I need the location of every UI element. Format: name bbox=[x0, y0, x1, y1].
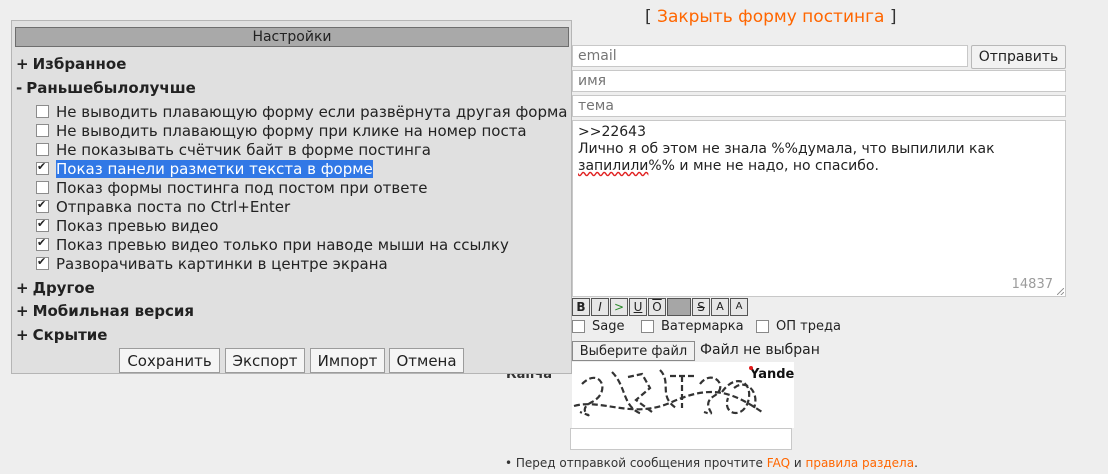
setting-item[interactable]: Показ превью видео bbox=[36, 216, 219, 235]
section-hiding[interactable]: + Скрытие bbox=[16, 326, 107, 344]
underline-button[interactable]: U bbox=[629, 298, 647, 316]
setting-item[interactable]: Показ превью видео только при наводе мыш… bbox=[36, 235, 509, 254]
setting-checkbox[interactable] bbox=[36, 198, 49, 213]
expand-icon: + bbox=[16, 279, 29, 297]
captcha-image: Yandex bbox=[572, 362, 803, 428]
comment-line-1: >>22643 bbox=[578, 124, 646, 140]
rules-suffix: . bbox=[914, 456, 918, 470]
close-form-label[interactable]: Закрыть форму постинга bbox=[657, 7, 884, 27]
section-label: Раньшебылолучше bbox=[26, 79, 196, 97]
export-button[interactable]: Экспорт bbox=[225, 348, 305, 373]
file-status: Файл не выбран bbox=[700, 342, 820, 358]
setting-checkbox[interactable] bbox=[36, 181, 49, 194]
setting-label: Показ превью видео bbox=[56, 216, 219, 235]
markup-toolbar: B I > U O S A A bbox=[572, 298, 749, 316]
superscript-button[interactable]: A bbox=[711, 298, 729, 316]
watermark-checkbox[interactable] bbox=[641, 320, 654, 333]
expand-icon: + bbox=[16, 302, 29, 320]
rules-notice: • Перед отправкой сообщения прочтите FAQ… bbox=[505, 456, 918, 470]
captcha-brand: Yandex bbox=[749, 367, 794, 382]
bracket-close: ] bbox=[889, 7, 897, 27]
section-label: Другое bbox=[32, 279, 95, 297]
section-best[interactable]: - Раньшебылолучше bbox=[16, 79, 196, 97]
section-other[interactable]: + Другое bbox=[16, 279, 95, 297]
comment-textarea[interactable]: >>22643 Лично я об этом не знала %%думал… bbox=[572, 120, 1066, 297]
setting-checkbox[interactable] bbox=[36, 124, 49, 137]
comment-line-2: Лично я об этом не знала %%думала, что в… bbox=[578, 141, 995, 157]
watermark-label: Ватермарка bbox=[661, 319, 744, 334]
expand-icon: + bbox=[16, 326, 29, 344]
setting-checkbox[interactable] bbox=[36, 217, 49, 232]
setting-item[interactable]: Разворачивать картинки в центре экрана bbox=[36, 254, 388, 273]
setting-checkbox[interactable] bbox=[36, 255, 49, 270]
watermark-option[interactable]: Ватермарка bbox=[641, 319, 744, 334]
name-field[interactable] bbox=[572, 70, 1066, 92]
setting-item[interactable]: Показ панели разметки текста в форме bbox=[36, 159, 373, 178]
section-label: Избранное bbox=[32, 55, 127, 73]
op-label: ОП треда bbox=[776, 319, 841, 334]
subscript-button[interactable]: A bbox=[730, 298, 748, 316]
collapse-icon: - bbox=[16, 79, 23, 97]
rules-prefix: • Перед отправкой сообщения прочтите bbox=[505, 456, 763, 470]
send-button[interactable]: Отправить bbox=[971, 45, 1066, 69]
comment-misspelled-word: запилили bbox=[578, 158, 649, 174]
comment-line-3: %% и мне не надо, но спасибо. bbox=[648, 158, 879, 174]
setting-item[interactable]: Отправка поста по Ctrl+Enter bbox=[36, 197, 291, 216]
setting-label: Не выводить плавающую форму при клике на… bbox=[56, 121, 527, 140]
setting-item[interactable]: Показ формы постинга под постом при отве… bbox=[36, 178, 428, 197]
settings-title: Настройки bbox=[15, 27, 569, 47]
setting-label: Отправка поста по Ctrl+Enter bbox=[56, 197, 291, 216]
choose-file-button[interactable]: Выберите файл bbox=[572, 341, 695, 361]
sage-option[interactable]: Sage bbox=[572, 319, 624, 334]
overline-button[interactable]: O bbox=[648, 298, 666, 316]
bracket-open: [ bbox=[645, 7, 652, 27]
setting-label: Показ панели разметки текста в форме bbox=[56, 159, 373, 178]
italic-button[interactable]: I bbox=[591, 298, 609, 316]
strike-button[interactable]: S bbox=[692, 298, 710, 316]
setting-checkbox[interactable] bbox=[36, 236, 49, 251]
captcha-input[interactable] bbox=[570, 428, 792, 450]
sage-label: Sage bbox=[592, 319, 625, 334]
setting-item[interactable]: Не выводить плавающую форму при клике на… bbox=[36, 121, 527, 140]
op-option[interactable]: ОП треда bbox=[756, 319, 841, 334]
bold-button[interactable]: B bbox=[572, 298, 590, 316]
cancel-button[interactable]: Отмена bbox=[389, 348, 464, 373]
save-button[interactable]: Сохранить bbox=[119, 348, 220, 373]
setting-label: Показ превью видео только при наводе мыш… bbox=[56, 235, 509, 254]
close-posting-form-link[interactable]: [ Закрыть форму постинга ] bbox=[645, 7, 897, 27]
expand-icon: + bbox=[16, 55, 29, 73]
rules-and: и bbox=[793, 456, 802, 470]
section-mobile[interactable]: + Мобильная версия bbox=[16, 302, 194, 320]
settings-panel: Настройки + Избранное - Раньшебылолучше Не… bbox=[11, 20, 572, 374]
setting-checkbox[interactable] bbox=[36, 160, 49, 175]
section-label: Скрытие bbox=[32, 326, 108, 344]
section-label: Мобильная версия bbox=[32, 302, 195, 320]
setting-label: Не показывать счётчик байт в форме пости… bbox=[56, 140, 431, 159]
section-favorites[interactable]: + Избранное bbox=[16, 55, 126, 73]
char-counter: 14837 bbox=[1011, 277, 1053, 292]
setting-label: Разворачивать картинки в центре экрана bbox=[56, 254, 388, 273]
spoiler-button[interactable] bbox=[667, 298, 691, 316]
setting-item[interactable]: Не показывать счётчик байт в форме пости… bbox=[36, 140, 431, 159]
setting-checkbox[interactable] bbox=[36, 143, 49, 156]
setting-label: Не выводить плавающую форму если развёрн… bbox=[56, 102, 568, 121]
setting-item[interactable]: Не выводить плавающую форму если развёрн… bbox=[36, 102, 568, 121]
subject-field[interactable] bbox=[572, 95, 1066, 117]
resize-handle-icon[interactable] bbox=[1057, 288, 1064, 295]
quote-button[interactable]: > bbox=[610, 298, 628, 316]
op-checkbox[interactable] bbox=[756, 320, 769, 333]
faq-link[interactable]: FAQ bbox=[767, 456, 790, 470]
setting-checkbox[interactable] bbox=[36, 105, 49, 118]
email-field[interactable] bbox=[572, 45, 968, 67]
sage-checkbox[interactable] bbox=[572, 320, 585, 333]
import-button[interactable]: Импорт bbox=[310, 348, 385, 373]
section-rules-link[interactable]: правила раздела bbox=[805, 456, 914, 470]
setting-label: Показ формы постинга под постом при отве… bbox=[56, 178, 428, 197]
